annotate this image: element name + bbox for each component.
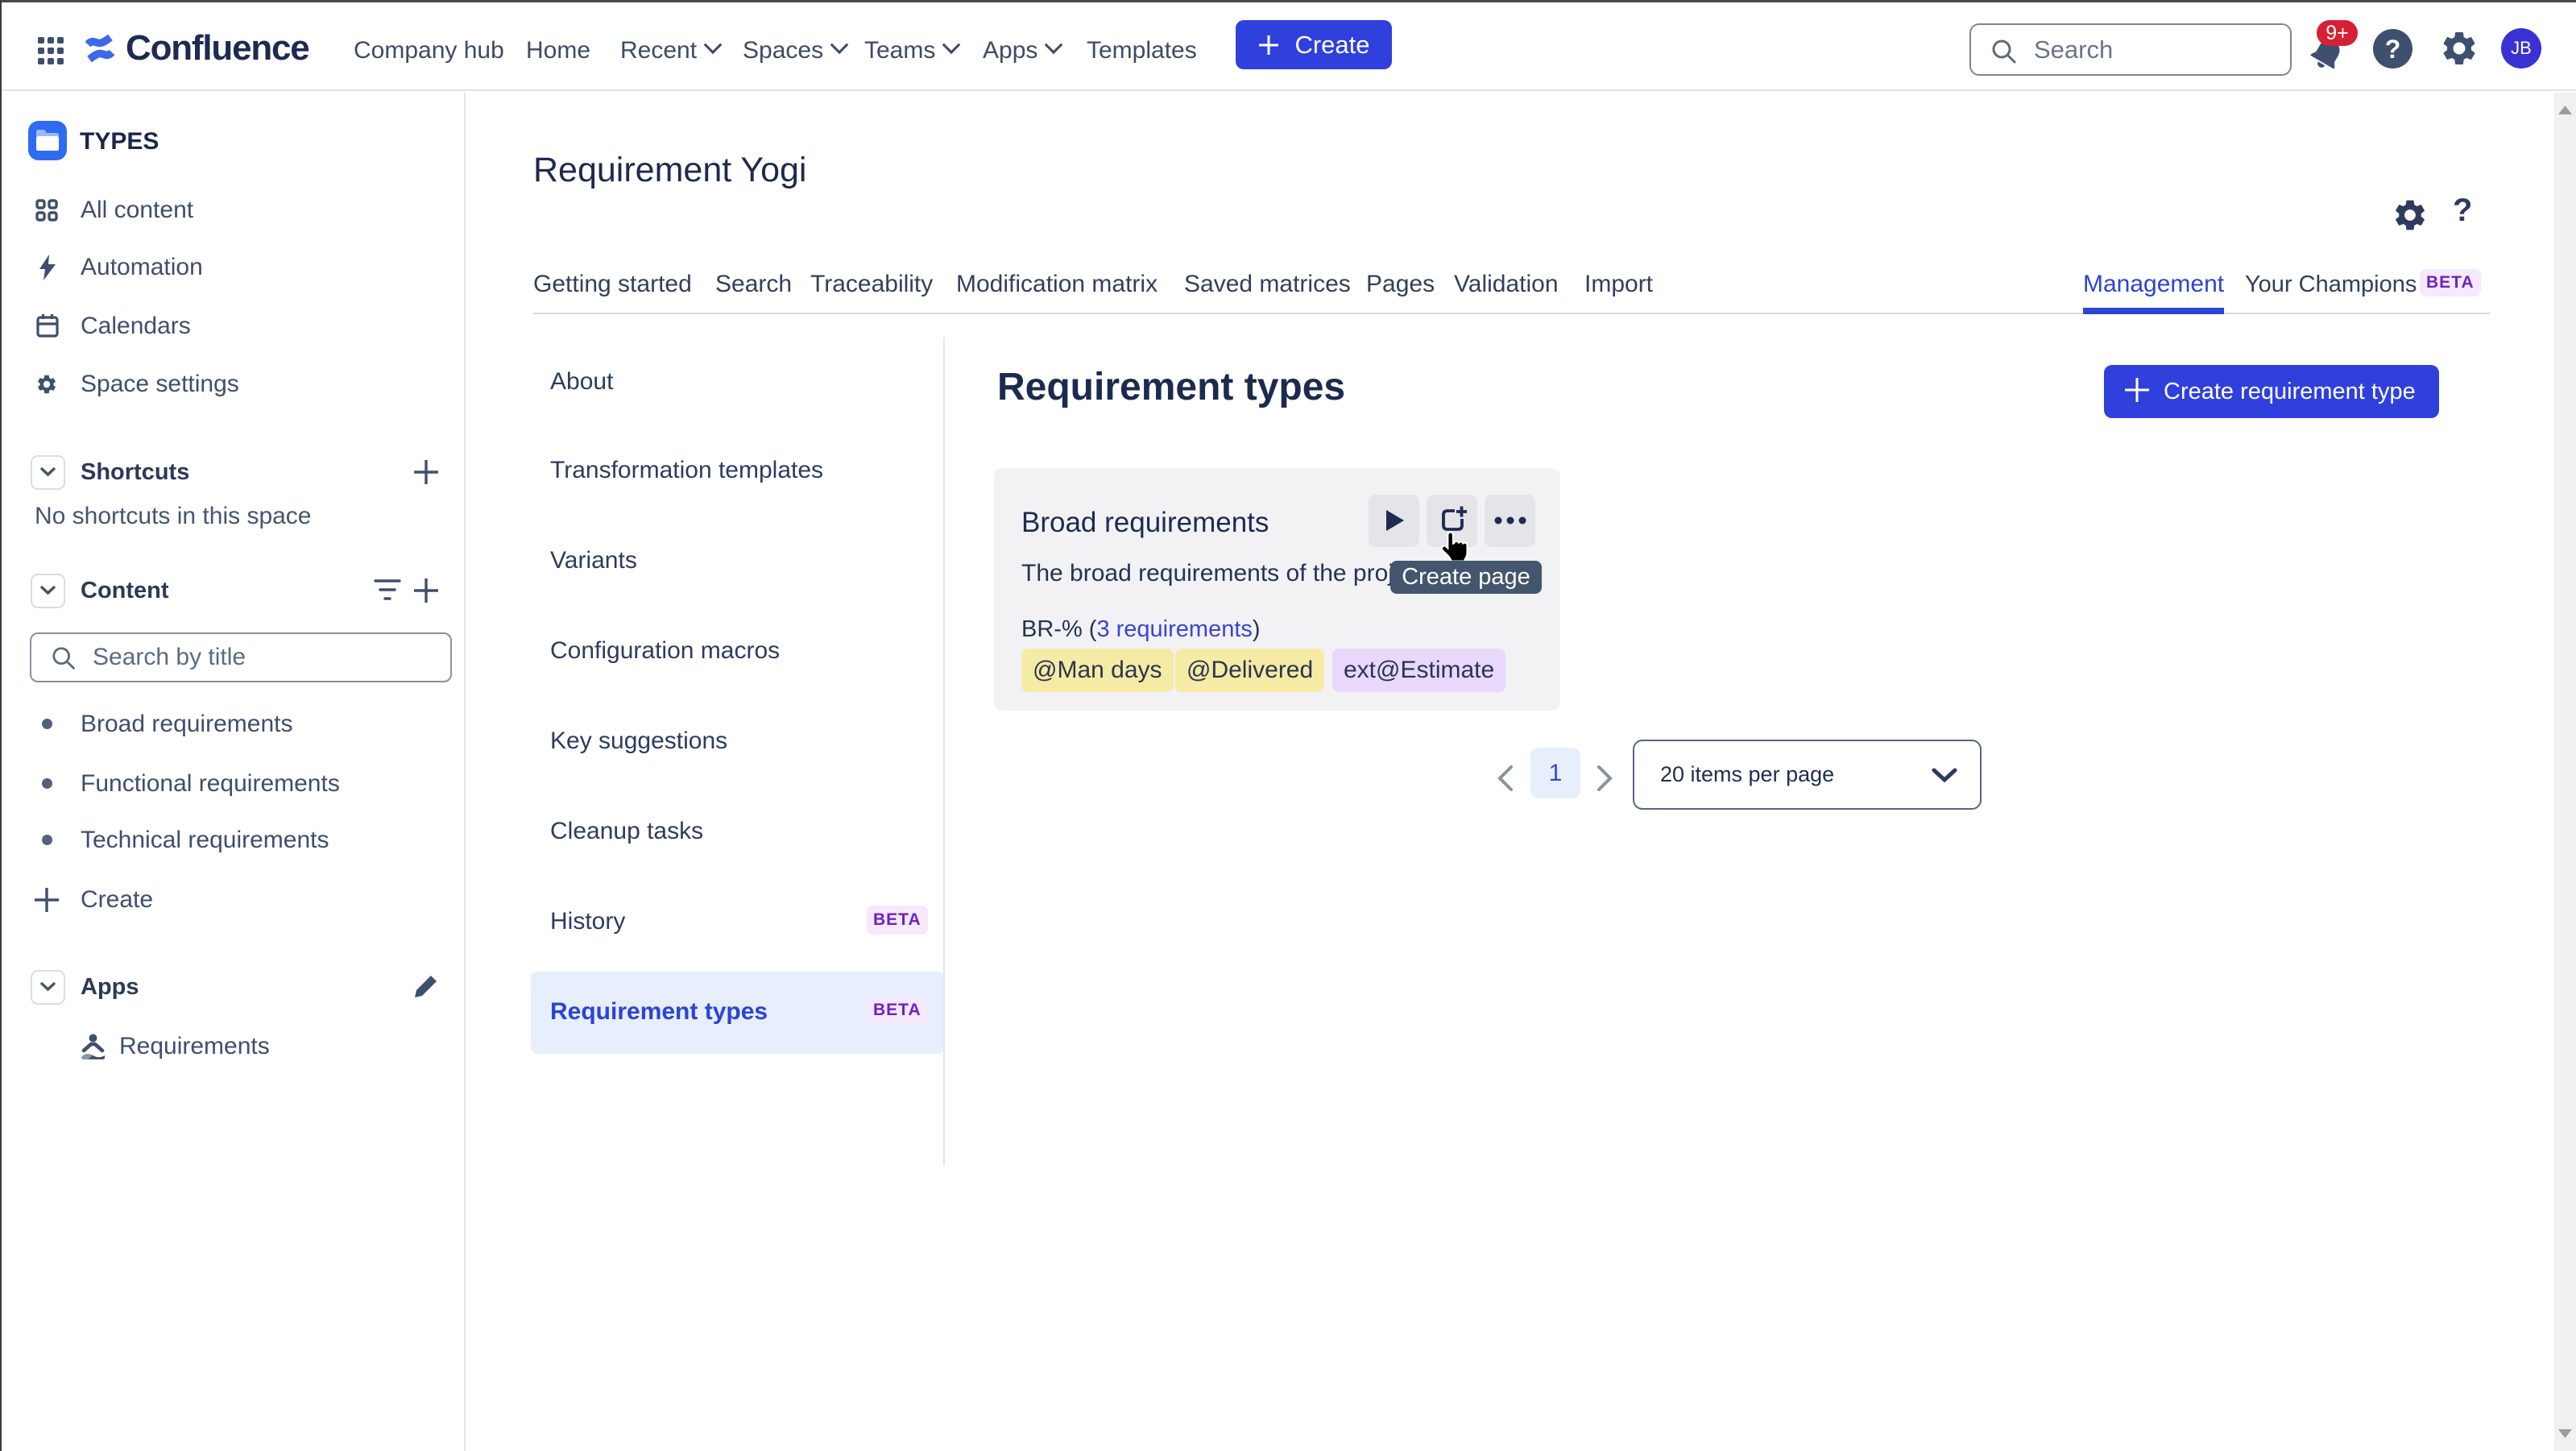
svg-text:?: ? <box>2385 35 2401 64</box>
